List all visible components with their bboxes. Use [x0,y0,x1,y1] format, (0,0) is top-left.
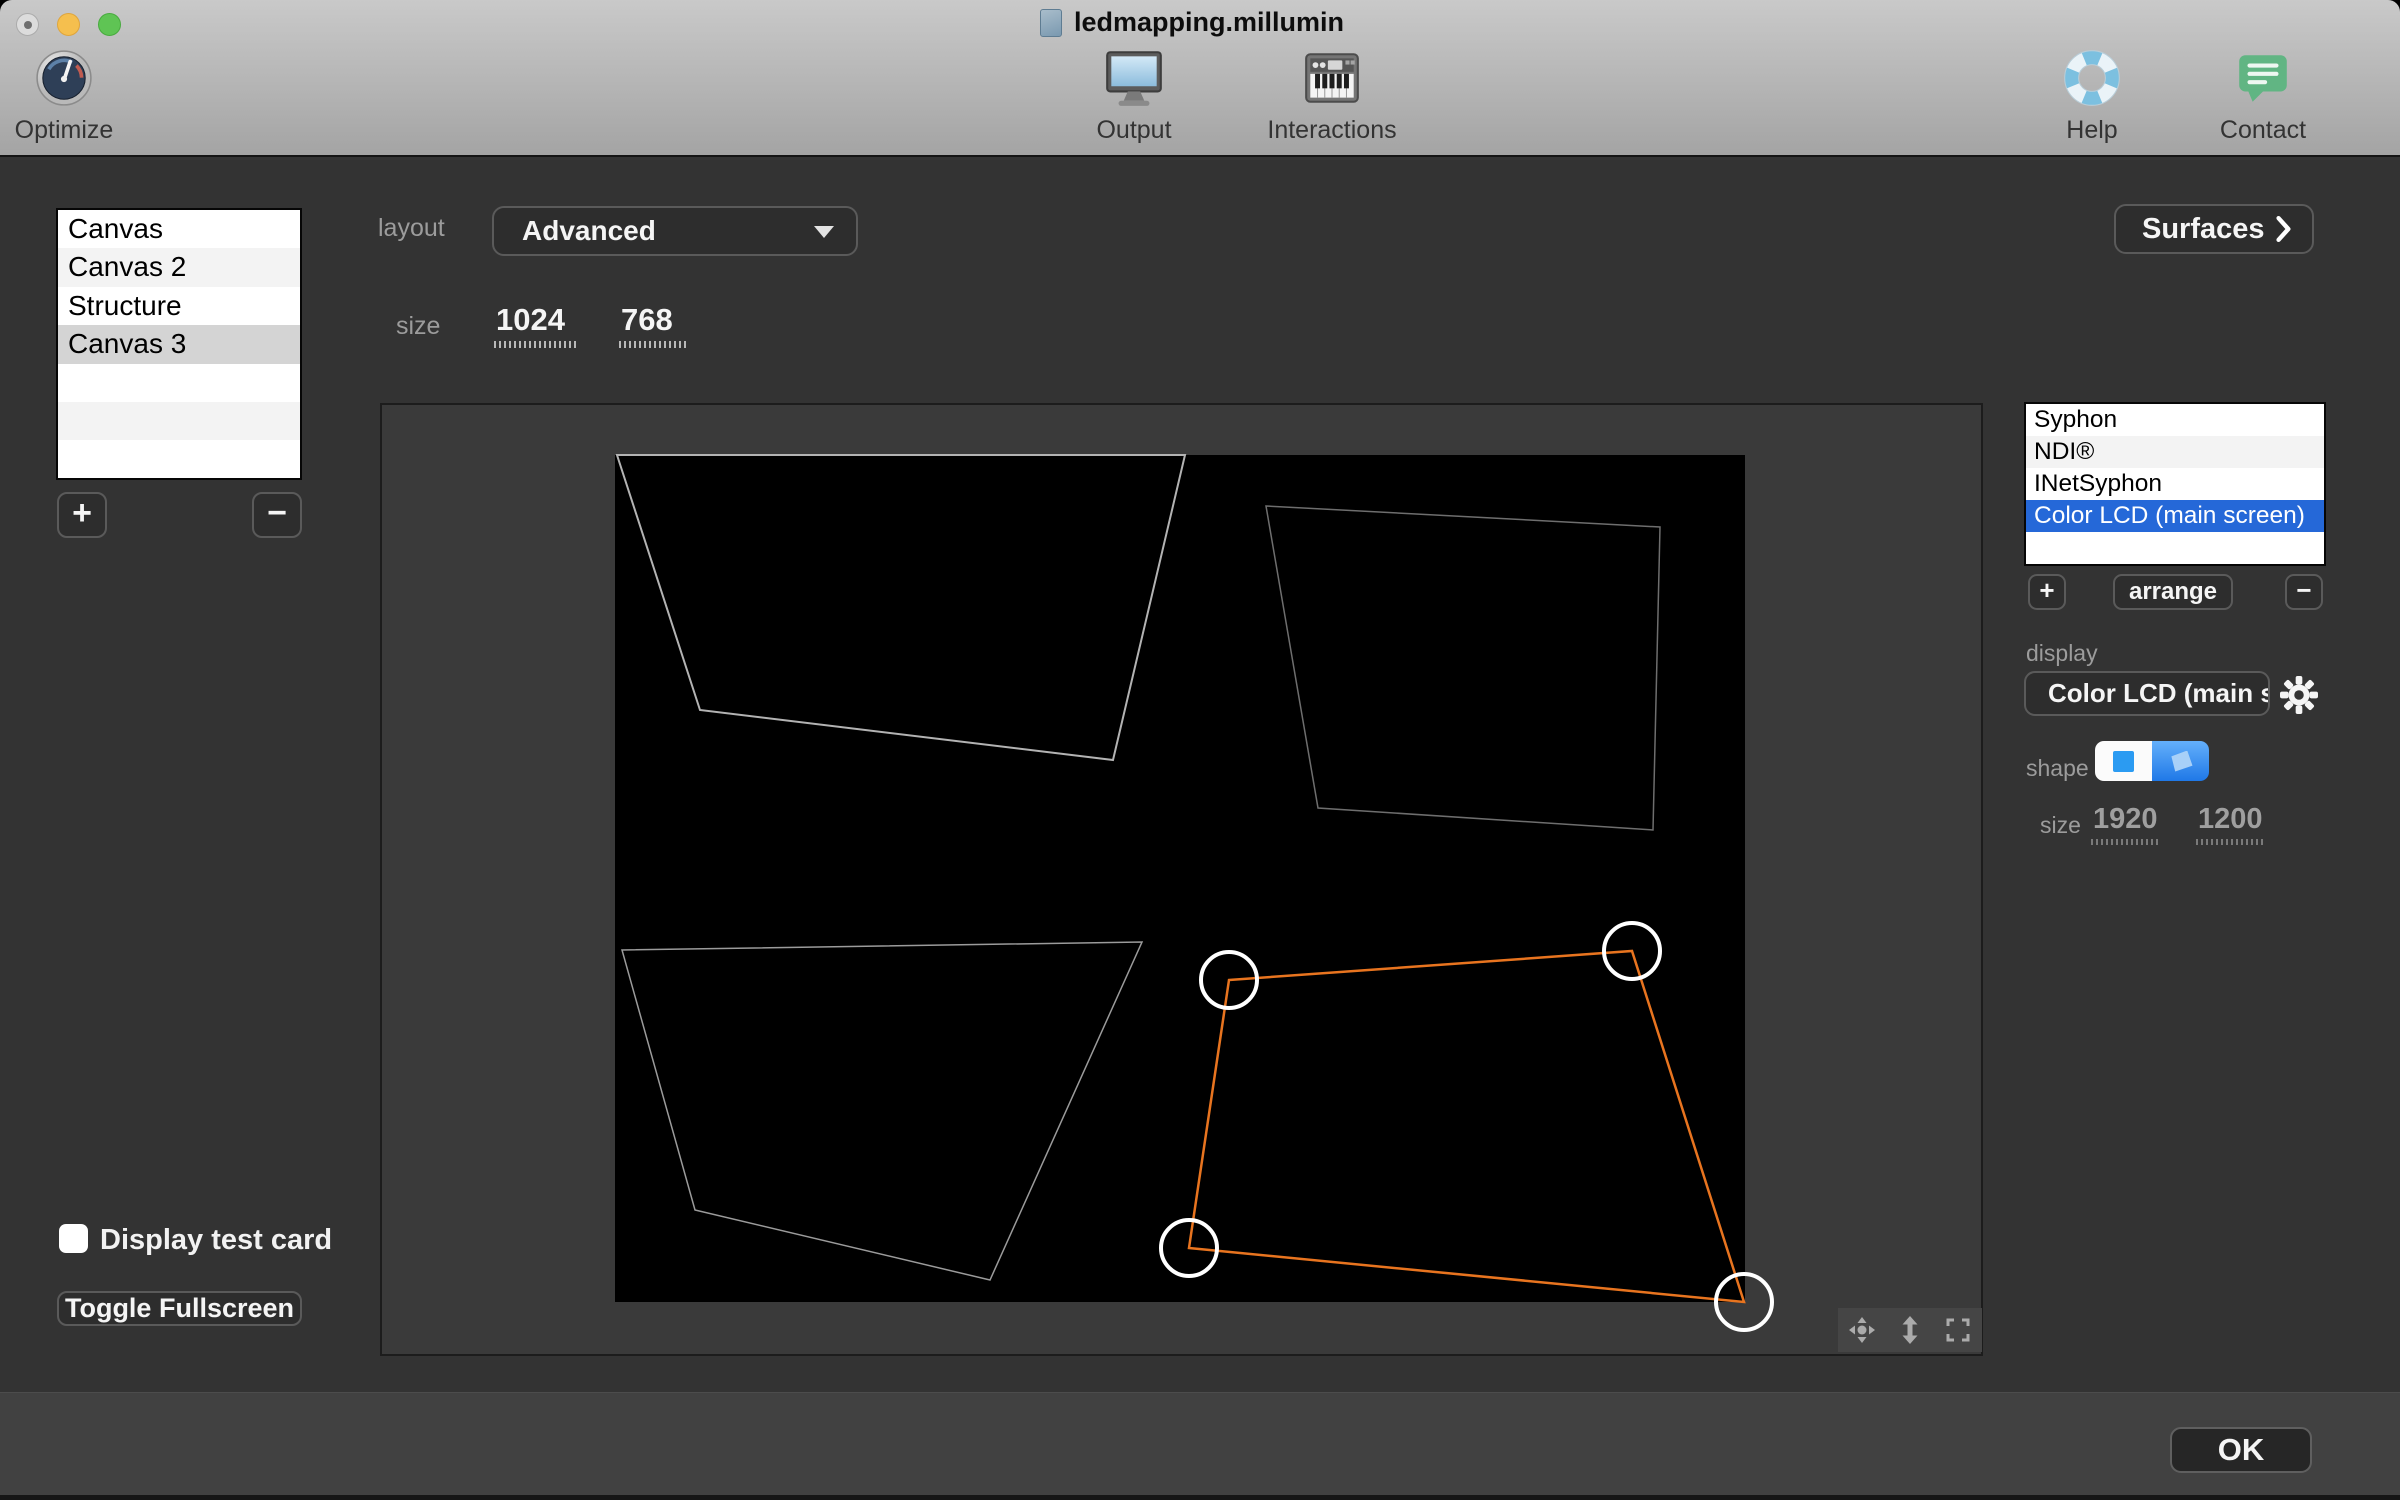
titlebar-toolbar: ledmapping.millumin Optimize Output Inte… [0,0,2400,157]
mapping-svg [615,454,1774,1332]
output-monitor-icon [1074,48,1194,112]
display-test-card-checkbox[interactable] [59,1224,88,1253]
drag-ruler-icon [2091,839,2159,845]
contact-bubble-icon [2203,48,2323,112]
optimize-label: Optimize [14,116,114,144]
interactions-keyboard-icon [1252,48,1412,112]
close-button[interactable] [16,13,39,36]
output-source-item-selected[interactable]: Color LCD (main screen) [2026,500,2324,532]
drag-ruler-icon [619,341,689,348]
footer-bar: OK [0,1392,2400,1495]
zoom-button[interactable] [98,13,121,36]
surface-quad-2[interactable] [1265,505,1661,831]
surface-quad-1[interactable] [615,454,1187,762]
output-source-list: Syphon NDI® INetSyphon Color LCD (main s… [2024,402,2326,566]
canvas-width-field[interactable]: 1024 [494,302,578,348]
layout-label: layout [378,214,445,242]
surface-quad-3[interactable] [621,941,1144,1281]
optimize-gauge-icon [4,48,124,112]
document-icon [1040,8,1062,37]
window-title: ledmapping.millumin [1074,7,1345,37]
display-label: display [2026,640,2098,666]
shape-label: shape [2026,755,2089,781]
canvas-width-value: 1024 [496,302,565,337]
arrange-button[interactable]: arrange [2113,574,2233,610]
close-edited-dot-icon [24,21,32,29]
surface-quad-selected[interactable] [1187,949,1746,1304]
vertical-resize-icon[interactable] [1895,1315,1925,1345]
canvas-list-item[interactable]: Canvas 2 [58,248,300,287]
canvas-list-empty-row [58,401,300,441]
output-source-empty-row [2026,532,2324,564]
canvas-list: Canvas Canvas 2 Structure Canvas 3 [56,208,302,480]
canvas-list-item-selected[interactable]: Canvas 3 [58,325,300,364]
output-label: Output [1096,116,1172,144]
remove-output-button[interactable]: − [2285,574,2323,610]
canvas-height-value: 768 [621,302,673,337]
shape-freeform-option-selected[interactable] [2152,741,2209,781]
shape-segmented-control [2095,741,2209,781]
output-button[interactable]: Output [1074,48,1194,145]
output-source-item[interactable]: NDI® [2026,436,2324,468]
gear-icon[interactable] [2280,676,2318,714]
canvas-tools-strip [1838,1308,1982,1352]
chevron-down-icon [814,226,834,238]
traffic-lights [16,13,121,36]
toggle-fullscreen-button[interactable]: Toggle Fullscreen [57,1291,302,1326]
output-source-item[interactable]: Syphon [2026,404,2324,436]
mapping-canvas[interactable] [615,454,1774,1332]
help-lifebuoy-icon [2032,48,2152,112]
remove-canvas-button[interactable]: − [252,492,302,538]
minimize-button[interactable] [57,13,80,36]
interactions-button[interactable]: Interactions [1252,48,1412,145]
shape-rectangle-option[interactable] [2095,741,2152,781]
drag-ruler-icon [494,341,578,348]
display-select[interactable]: Color LCD (main screen) [2024,671,2270,716]
ok-button[interactable]: OK [2170,1427,2312,1473]
surfaces-button[interactable]: Surfaces [2114,204,2314,254]
display-width-field[interactable]: 1920 [2091,803,2159,845]
canvas-list-empty-row [58,440,300,478]
contact-label: Contact [2219,116,2307,144]
display-height-value: 1200 [2198,803,2263,835]
add-output-button[interactable]: + [2028,574,2066,610]
canvas-size-label: size [396,312,441,340]
pan-icon[interactable] [1847,1315,1877,1345]
canvas-height-field[interactable]: 768 [619,302,689,348]
help-label: Help [2066,116,2118,144]
help-button[interactable]: Help [2032,48,2152,145]
drag-ruler-icon [2196,839,2264,845]
millumin-output-window: ledmapping.millumin Optimize Output Inte… [0,0,2400,1500]
surfaces-label: Surfaces [2142,212,2265,245]
output-source-item[interactable]: INetSyphon [2026,468,2324,500]
layout-select[interactable]: Advanced [492,206,858,256]
window-bottom-edge [0,1495,2400,1500]
optimize-button[interactable]: Optimize [4,48,124,145]
contact-button[interactable]: Contact [2203,48,2323,145]
canvas-list-empty-row [58,364,300,402]
freeform-shape-icon [2171,750,2193,772]
add-canvas-button[interactable]: + [57,492,107,538]
display-width-value: 1920 [2093,803,2158,835]
rectangle-shape-icon [2113,750,2134,772]
display-size-label: size [2040,812,2081,838]
title-group: ledmapping.millumin [1040,7,1344,38]
fullscreen-icon[interactable] [1943,1315,1973,1345]
canvas-list-item[interactable]: Canvas [58,210,300,248]
chevron-right-icon [2276,216,2291,242]
display-test-card-label: Display test card [100,1224,333,1256]
display-height-field[interactable]: 1200 [2196,803,2264,845]
layout-value: Advanced [522,215,656,246]
canvas-list-item[interactable]: Structure [58,287,300,325]
interactions-label: Interactions [1267,116,1397,144]
display-value: Color LCD (main screen) [2048,678,2268,708]
